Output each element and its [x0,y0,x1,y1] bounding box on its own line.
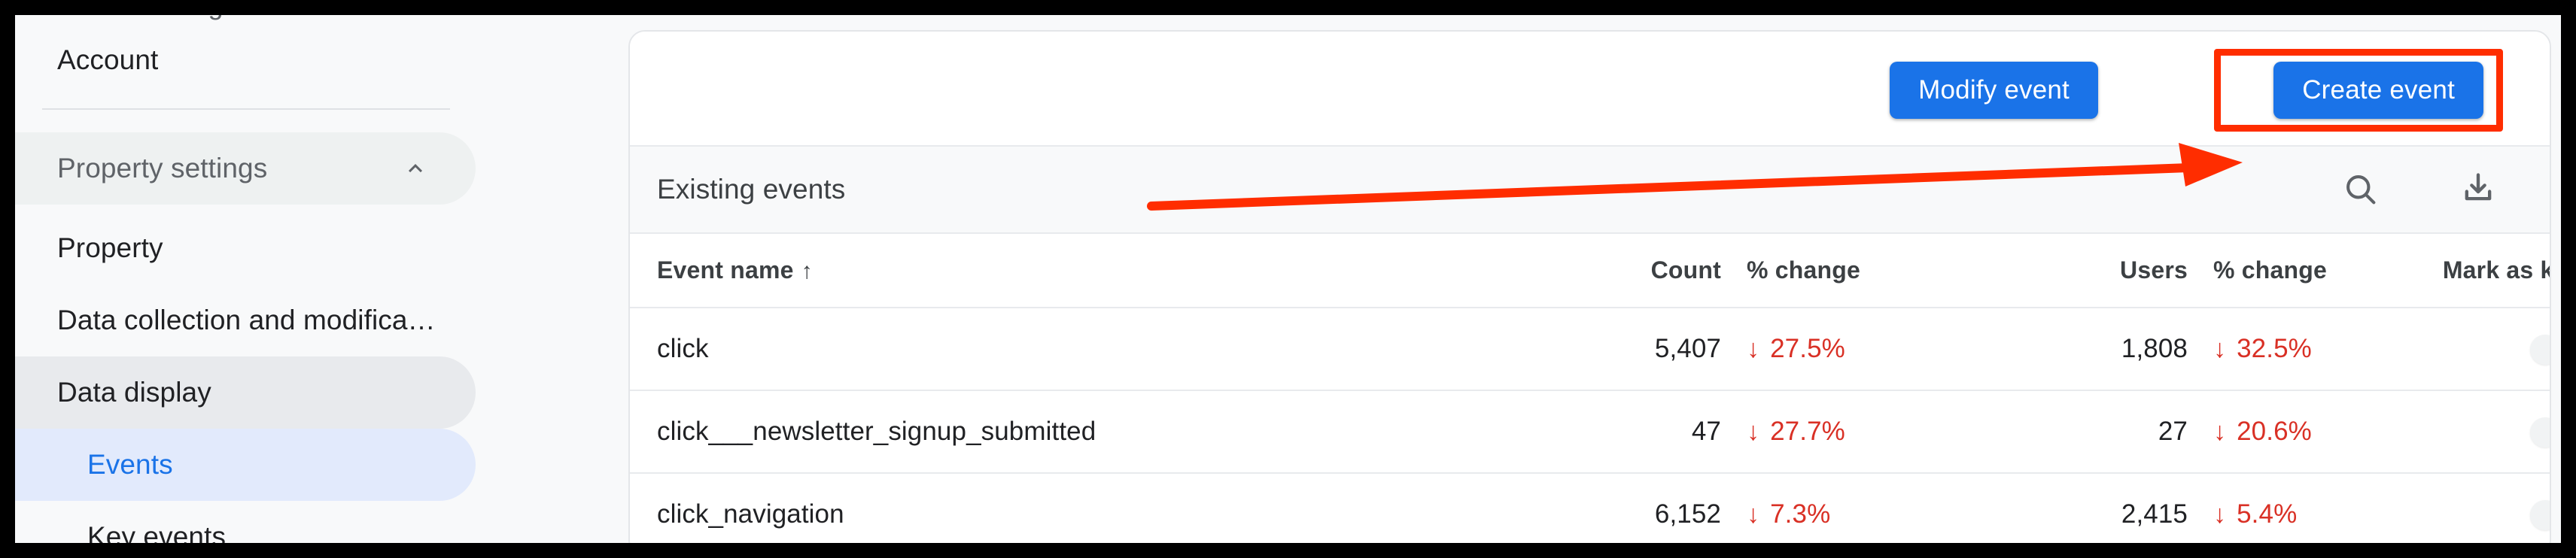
arrow-down-icon: ↓ [2213,335,2227,363]
download-icon[interactable] [2456,168,2500,211]
sidebar-section-admin-settings: Admin settings [15,15,482,24]
sidebar-item-events[interactable]: Events [15,429,476,501]
cell-users-change: ↓ 32.5% [2188,308,2428,391]
arrow-down-icon: ↓ [2213,417,2227,446]
cell-count: 47 [1503,390,1721,474]
cell-event-name: click [630,308,1503,391]
toggle-knob [2529,499,2550,530]
modify-event-button[interactable]: Modify event [1890,62,2098,119]
cell-count: 6,152 [1503,473,1721,543]
arrow-down-icon: ↓ [1747,417,1760,446]
sidebar-item-label: Data display [57,377,211,408]
column-header-label: Mark as key event [2442,256,2550,284]
search-icon[interactable] [2339,168,2383,211]
count-change-value: 7.3% [1770,499,1831,529]
existing-events-header: Existing events [630,147,2550,234]
column-header-count-change[interactable]: % change [1721,234,1962,308]
column-header-users-change[interactable]: % change [2188,234,2428,308]
admin-sidebar: Admin settings Account Property settings… [15,15,613,543]
toggle-knob [2529,417,2550,447]
column-header-count[interactable]: Count [1503,234,1721,308]
sidebar-item-label: Account [57,44,159,75]
count-change-value: 27.5% [1770,334,1845,363]
users-change-value: 20.6% [2237,417,2312,446]
column-header-event-name[interactable]: Event name ↑ [630,234,1503,308]
table-header-row: Event name ↑ Count % change Users % chang… [630,234,2550,308]
table-row[interactable]: click 5,407 ↓ 27.5% 1,808 ↓ 32.5% [630,308,2550,391]
cell-users: 2,415 [1962,473,2188,543]
count-change-value: 27.7% [1770,417,1845,446]
cell-event-name: click_navigation [630,473,1503,543]
toggle-knob [2529,334,2550,365]
sidebar-item-label: Data collection and modifica… [57,305,436,335]
events-table-body: click 5,407 ↓ 27.5% 1,808 ↓ 32.5% click_… [630,308,2550,543]
events-table: Event name ↑ Count % change Users % chang… [630,234,2550,543]
cell-users: 27 [1962,390,2188,474]
table-row[interactable]: click___newsletter_signup_submitted 47 ↓… [630,390,2550,474]
create-event-button[interactable]: Create event [2273,62,2483,119]
sidebar-item-property[interactable]: Property [15,212,476,284]
sidebar-item-label: Events [87,449,173,480]
events-table-head: Event name ↑ Count % change Users % chang… [630,234,2550,308]
sort-ascending-icon: ↑ [801,259,813,284]
sidebar-item-key-events[interactable]: Key events [15,501,476,543]
sidebar-item-label: Property [57,232,163,263]
existing-events-title: Existing events [657,174,846,205]
cell-users: 1,808 [1962,308,2188,391]
sidebar-item-account[interactable]: Account [15,24,476,96]
table-row[interactable]: click_navigation 6,152 ↓ 7.3% 2,415 ↓ 5.… [630,473,2550,543]
column-header-label: Event name [657,256,794,284]
sidebar-section-label: Property settings [57,153,268,183]
column-header-users[interactable]: Users [1962,234,2188,308]
sidebar-item-data-display[interactable]: Data display [15,356,476,429]
cell-event-name: click___newsletter_signup_submitted [630,390,1503,474]
key-event-toggle[interactable] [2529,417,2550,447]
sidebar-item-label: Key events [87,521,227,543]
sidebar-section-property-settings[interactable]: Property settings [15,132,476,205]
events-card: Modify event Create event Existing event… [628,30,2551,543]
arrow-down-icon: ↓ [1747,335,1760,363]
cell-users-change: ↓ 5.4% [2188,473,2428,543]
screenshot-frame: Admin settings Account Property settings… [0,0,2576,558]
arrow-down-icon: ↓ [1747,500,1760,529]
cell-count-change: ↓ 27.7% [1721,390,1962,474]
column-header-mark-as-key-event: Mark as key event ? [2428,234,2550,308]
cell-mark-as-key-event [2428,390,2550,474]
cell-users-change: ↓ 20.6% [2188,390,2428,474]
cell-count: 5,407 [1503,308,1721,391]
key-event-toggle[interactable] [2529,499,2550,530]
sidebar-item-data-collection[interactable]: Data collection and modifica… [15,284,476,356]
arrow-down-icon: ↓ [2213,500,2227,529]
key-event-toggle[interactable] [2529,334,2550,365]
events-action-bar: Modify event Create event [630,32,2550,147]
cell-mark-as-key-event [2428,473,2550,543]
users-change-value: 32.5% [2237,334,2312,363]
users-change-value: 5.4% [2237,499,2298,529]
cell-count-change: ↓ 27.5% [1721,308,1962,391]
app-viewport: Admin settings Account Property settings… [15,15,2561,543]
sidebar-divider [42,108,450,110]
chevron-up-icon [402,155,429,182]
cell-count-change: ↓ 7.3% [1721,473,1962,543]
cell-mark-as-key-event [2428,308,2550,391]
